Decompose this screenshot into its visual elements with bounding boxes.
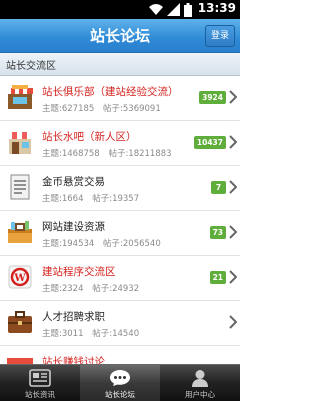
forum-row[interactable]: 金币悬赏交易 主题:1664 帖子:19357 7 bbox=[0, 166, 240, 211]
tab-news[interactable]: 站长资讯 bbox=[0, 365, 80, 401]
tab-label: 用户中心 bbox=[185, 390, 215, 399]
forum-stats: 主题:194534 帖子:2056540 bbox=[42, 237, 167, 249]
forum-row[interactable]: W 建站程序交流区 主题:2324 帖子:24932 21 bbox=[0, 256, 240, 301]
forum-stats: 主题:3011 帖子:14540 bbox=[42, 327, 145, 339]
forum-name: 站长俱乐部（建站经验交流） bbox=[42, 86, 179, 98]
forum-stats: 主题:2324 帖子:24932 bbox=[42, 282, 145, 294]
forum-row[interactable]: 人才招聘求职 主题:3011 帖子:14540 bbox=[0, 301, 240, 346]
posts-count: 帖子:5369091 bbox=[103, 104, 161, 114]
posts-count: 帖子:19357 bbox=[92, 194, 140, 204]
bottom-tab-bar: 站长资讯 站长论坛 用户中心 bbox=[0, 364, 240, 401]
posts-count: 帖子:18211883 bbox=[108, 149, 172, 159]
forum-name: 网站建设资源 bbox=[42, 221, 105, 233]
signal-icon bbox=[167, 3, 180, 16]
tab-user-center[interactable]: 用户中心 bbox=[160, 365, 240, 401]
login-button[interactable]: 登录 bbox=[205, 25, 235, 47]
forum-stats: 主题:627185 帖子:5369091 bbox=[42, 102, 167, 114]
new-count-badge: 7 bbox=[211, 181, 226, 194]
chevron-right-icon bbox=[229, 225, 237, 239]
toolbox-icon bbox=[8, 221, 32, 243]
new-count-badge: 21 bbox=[209, 271, 226, 284]
user-icon bbox=[192, 370, 208, 387]
posts-count: 帖子:24932 bbox=[92, 284, 140, 294]
new-count-badge: 3924 bbox=[199, 91, 226, 104]
tab-label: 站长论坛 bbox=[105, 390, 135, 399]
chevron-right-icon bbox=[229, 315, 237, 329]
topics-count: 主题:2324 bbox=[42, 284, 84, 294]
chevron-right-icon bbox=[229, 270, 237, 284]
forum-name: 人才招聘求职 bbox=[42, 311, 105, 323]
section-title: 站长交流区 bbox=[6, 61, 56, 72]
forum-name: 站长赚钱讨论 bbox=[42, 356, 105, 364]
new-count-badge: 73 bbox=[209, 226, 226, 239]
topics-count: 主题:3011 bbox=[42, 329, 84, 339]
tab-forum[interactable]: 站长论坛 bbox=[80, 365, 160, 401]
forum-list: 站长俱乐部（建站经验交流） 主题:627185 帖子:5369091 3924 … bbox=[0, 76, 240, 364]
store-icon bbox=[7, 132, 33, 154]
forum-row[interactable]: 站长水吧（新人区） 主题:1468758 帖子:18211883 10437 bbox=[0, 121, 240, 166]
posts-count: 帖子:2056540 bbox=[103, 239, 161, 249]
chevron-right-icon bbox=[229, 180, 237, 194]
briefcase-icon bbox=[8, 311, 32, 333]
status-time: 13:39 bbox=[197, 1, 236, 15]
shop-icon bbox=[7, 85, 33, 109]
tab-label: 站长资讯 bbox=[25, 390, 55, 399]
page-title: 站长论坛 bbox=[89, 27, 150, 45]
news-icon bbox=[29, 369, 51, 387]
forum-row[interactable]: 站长赚钱讨论 bbox=[0, 346, 240, 364]
topics-count: 主题:1664 bbox=[42, 194, 84, 204]
forum-stats: 主题:1468758 帖子:18211883 bbox=[42, 147, 178, 159]
battery-icon bbox=[184, 3, 192, 17]
wordpress-icon: W bbox=[8, 265, 32, 289]
topics-count: 主题:1468758 bbox=[42, 149, 100, 159]
document-icon bbox=[10, 174, 30, 200]
forum-name: 金币悬赏交易 bbox=[42, 176, 105, 188]
status-bar: 13:39 bbox=[0, 0, 240, 19]
chevron-right-icon bbox=[229, 90, 237, 104]
chevron-right-icon bbox=[229, 135, 237, 149]
section-header: 站长交流区 bbox=[0, 53, 240, 76]
forum-name: 建站程序交流区 bbox=[42, 266, 116, 278]
app-header: 站长论坛 登录 bbox=[0, 19, 240, 53]
forum-row[interactable]: 网站建设资源 主题:194534 帖子:2056540 73 bbox=[0, 211, 240, 256]
topics-count: 主题:194534 bbox=[42, 239, 95, 249]
shop-icon bbox=[7, 358, 33, 364]
wifi-icon bbox=[149, 4, 163, 15]
forum-name: 站长水吧（新人区） bbox=[42, 131, 137, 143]
forum-stats: 主题:1664 帖子:19357 bbox=[42, 192, 145, 204]
forum-row[interactable]: 站长俱乐部（建站经验交流） 主题:627185 帖子:5369091 3924 bbox=[0, 76, 240, 121]
new-count-badge: 10437 bbox=[193, 136, 226, 149]
svg-text:W: W bbox=[13, 273, 26, 284]
chat-icon bbox=[110, 370, 130, 386]
posts-count: 帖子:14540 bbox=[92, 329, 140, 339]
topics-count: 主题:627185 bbox=[42, 104, 95, 114]
